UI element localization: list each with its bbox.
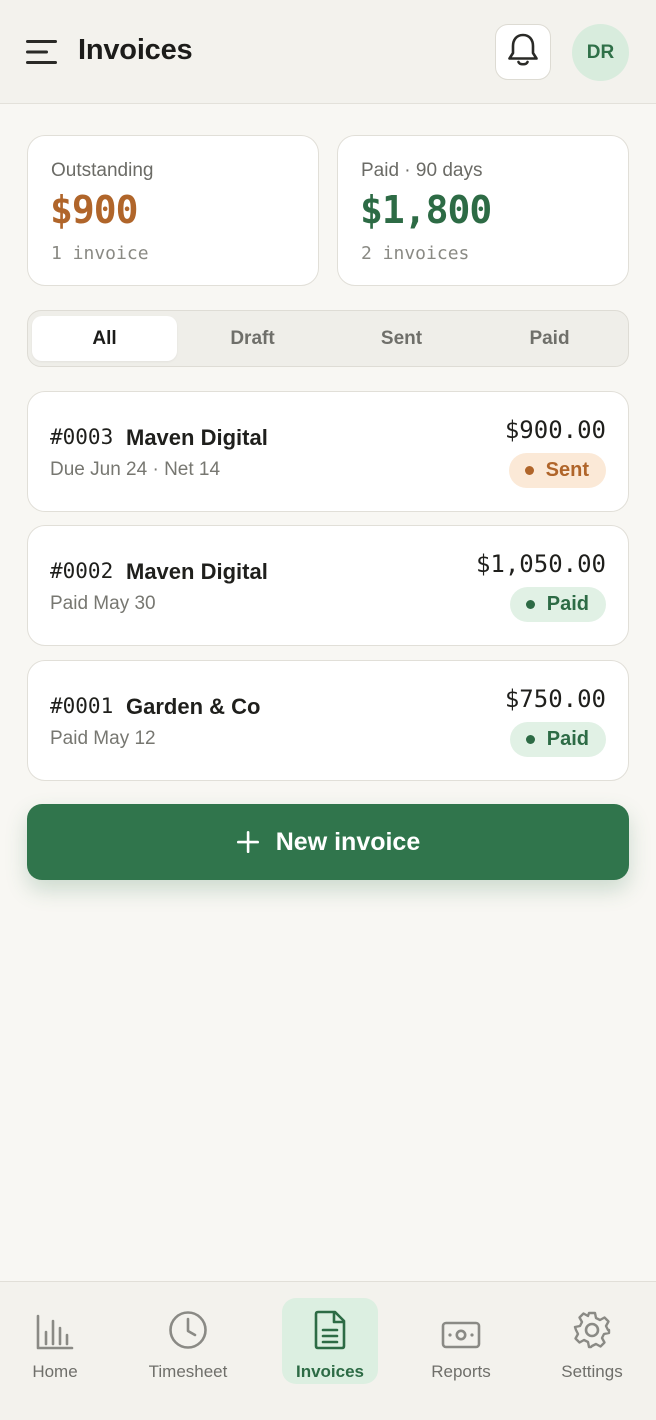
document-icon	[313, 1306, 347, 1350]
invoice-client: Maven Digital	[126, 559, 268, 584]
status-label: Paid	[546, 593, 589, 615]
nav-label: Reports	[431, 1362, 491, 1381]
tab-sent[interactable]: Sent	[329, 316, 474, 361]
nav-item-invoices[interactable]: Invoices	[282, 1298, 378, 1384]
page-title: Invoices	[78, 34, 193, 66]
outstanding-summary-card[interactable]: Outstanding $900 1 invoice	[27, 135, 319, 286]
paid-amount: $1,800	[360, 188, 492, 232]
bell-icon	[506, 32, 540, 73]
nav-label: Invoices	[295, 1362, 365, 1381]
outstanding-amount: $900	[50, 188, 139, 232]
nav-label: Home	[32, 1362, 78, 1381]
invoice-row[interactable]: #0003 Maven Digital Due Jun 24 · Net 14 …	[27, 391, 629, 512]
invoice-meta: Paid May 30	[50, 593, 156, 614]
status-dot-icon	[525, 735, 535, 744]
bar-chart-icon	[36, 1306, 74, 1350]
status-dot-icon	[525, 600, 535, 609]
status-dot-icon	[524, 466, 534, 475]
new-invoice-label: New invoice	[275, 827, 421, 856]
invoice-row[interactable]: #0001 Garden & Co Paid May 12 $750.00 Pa…	[27, 660, 629, 781]
paid-label: Paid · 90 days	[361, 160, 483, 181]
user-avatar[interactable]: DR	[572, 24, 629, 81]
nav-label: Settings	[561, 1362, 623, 1381]
app-header: Invoices DR	[0, 0, 656, 104]
invoice-number: #0003	[50, 425, 114, 449]
status-label: Paid	[546, 728, 589, 750]
invoice-meta: Due Jun 24 · Net 14	[50, 459, 221, 480]
invoice-amount: $1,050.00	[475, 550, 606, 578]
invoice-row[interactable]: #0002 Maven Digital Paid May 30 $1,050.0…	[27, 525, 629, 646]
plus-icon	[236, 830, 260, 854]
invoice-number: #0001	[50, 694, 114, 718]
invoice-amount: $750.00	[504, 685, 606, 713]
tab-draft[interactable]: Draft	[180, 316, 325, 361]
tab-paid[interactable]: Paid	[477, 316, 622, 361]
invoice-client: Maven Digital	[126, 425, 268, 450]
status-badge: Sent	[508, 453, 606, 488]
status-badge: Paid	[509, 587, 606, 622]
nav-item-reports[interactable]: Reports	[413, 1298, 509, 1384]
status-badge: Paid	[509, 722, 606, 757]
invoice-meta: Paid May 12	[50, 728, 156, 749]
paid-summary-card[interactable]: Paid · 90 days $1,800 2 invoices	[337, 135, 629, 286]
nav-item-timesheet[interactable]: Timesheet	[140, 1298, 236, 1384]
status-label: Sent	[545, 459, 589, 481]
invoice-number: #0002	[50, 559, 114, 583]
clock-icon	[168, 1306, 208, 1350]
invoice-amount: $900.00	[504, 416, 606, 444]
outstanding-label: Outstanding	[51, 160, 154, 181]
nav-label: Timesheet	[148, 1362, 228, 1381]
gear-icon	[572, 1306, 612, 1350]
paid-count: 2 invoices	[361, 243, 470, 264]
hamburger-menu-icon[interactable]	[26, 38, 58, 66]
outstanding-count: 1 invoice	[51, 243, 149, 264]
notifications-button[interactable]	[495, 24, 551, 80]
status-filter-tabs: All Draft Sent Paid	[27, 310, 629, 367]
nav-item-settings[interactable]: Settings	[544, 1298, 640, 1384]
invoice-client: Garden & Co	[126, 694, 261, 719]
nav-item-home[interactable]: Home	[7, 1298, 103, 1384]
new-invoice-button[interactable]: New invoice	[27, 804, 629, 880]
tab-all[interactable]: All	[32, 316, 177, 361]
banknote-icon	[441, 1306, 481, 1350]
bottom-navigation: Home Timesheet Invoices Reports Settings	[0, 1281, 656, 1420]
